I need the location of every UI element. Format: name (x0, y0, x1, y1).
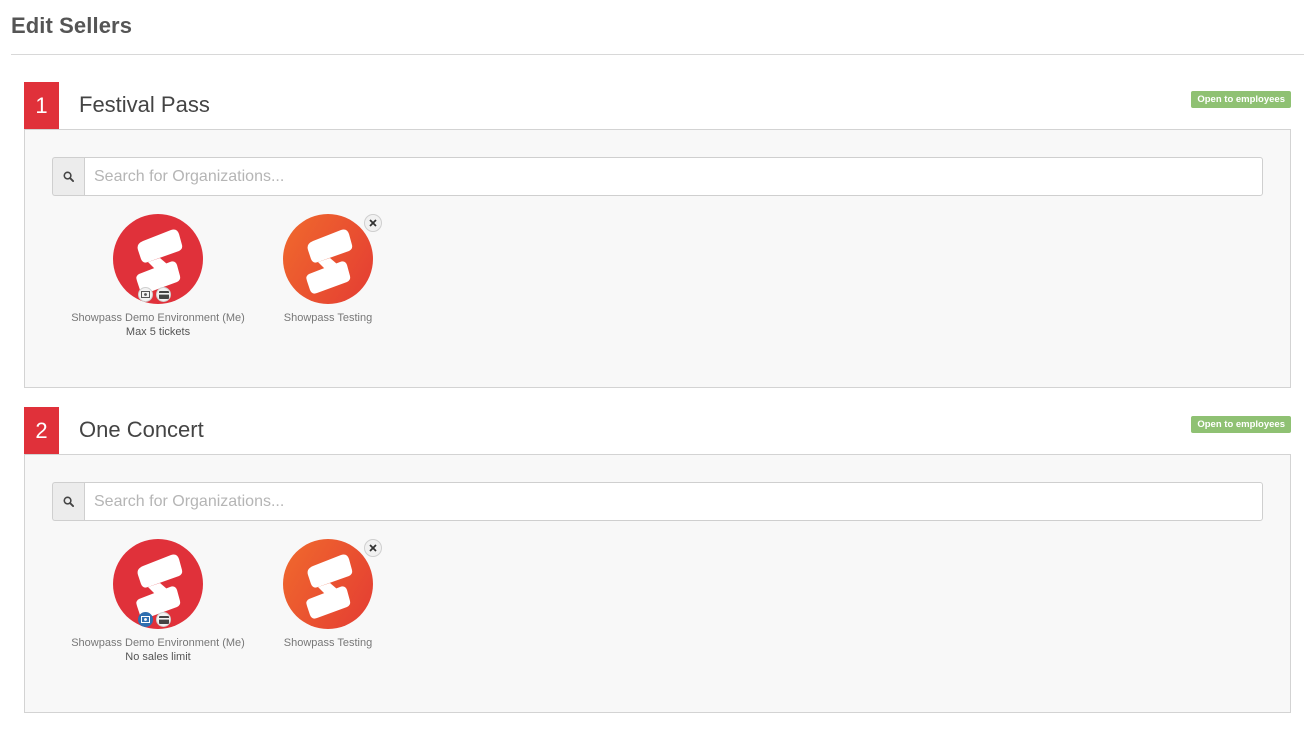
payment-icons (138, 287, 171, 302)
section-body: Showpass Demo Environment (Me) Max 5 tic… (24, 129, 1291, 388)
search-input[interactable] (84, 157, 1263, 196)
search-icon (52, 482, 84, 521)
close-icon[interactable] (364, 539, 382, 557)
seller-avatar-wrap (283, 539, 382, 629)
seller-card[interactable]: Showpass Demo Environment (Me) Max 5 tic… (58, 214, 258, 338)
payment-icons (138, 612, 171, 627)
seller-limit: No sales limit (125, 651, 191, 663)
section-number: 1 (24, 82, 59, 129)
search-icon (52, 157, 84, 196)
seller-card[interactable]: Showpass Demo Environment (Me) No sales … (58, 539, 258, 663)
section-title: Festival Pass (79, 92, 210, 117)
page-header: Edit Sellers (11, 13, 1304, 55)
ticket-section-festival-pass: 1 Festival Pass Open to employees Search… (24, 82, 1291, 388)
seller-limit: Max 5 tickets (125, 326, 191, 338)
section-title: One Concert (79, 417, 204, 442)
seller-avatar-wrap (113, 539, 203, 629)
section-header: 1 Festival Pass Open to employees (24, 82, 1291, 129)
seller-name: Showpass Demo Environment (Me) (71, 637, 245, 649)
organization-search (52, 482, 1263, 521)
section-header: 2 One Concert Open to employees (24, 407, 1291, 454)
credit-card-icon[interactable] (156, 287, 171, 302)
showpass-logo (283, 214, 373, 304)
close-icon[interactable] (364, 214, 382, 232)
seller-avatar-wrap (113, 214, 203, 304)
seller-name: Showpass Demo Environment (Me) (71, 312, 245, 324)
search-input[interactable] (84, 482, 1263, 521)
page-title: Edit Sellers (11, 13, 133, 38)
status-badge: Open to employees (1191, 91, 1291, 108)
cash-icon[interactable] (138, 612, 153, 627)
seller-card[interactable]: Showpass Testing (258, 214, 398, 324)
seller-avatar-wrap (283, 214, 382, 304)
seller-name: Showpass Testing (283, 312, 373, 324)
organization-search (52, 157, 1263, 196)
cash-icon[interactable] (138, 287, 153, 302)
status-badge: Open to employees (1191, 416, 1291, 433)
section-number: 2 (24, 407, 59, 454)
showpass-logo (283, 539, 373, 629)
credit-card-icon[interactable] (156, 612, 171, 627)
seller-card[interactable]: Showpass Testing (258, 539, 398, 649)
section-body: Showpass Demo Environment (Me) No sales … (24, 454, 1291, 713)
ticket-section-one-concert: 2 One Concert Open to employees Search f… (24, 407, 1291, 713)
seller-name: Showpass Testing (283, 637, 373, 649)
